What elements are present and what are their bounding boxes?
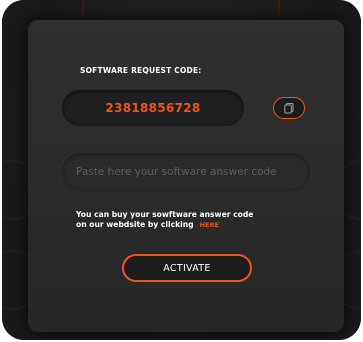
purchase-info-line1: You can buy your sowftware answer code (76, 210, 254, 219)
request-code-value: 23818856728 (105, 101, 201, 115)
purchase-info-line2: on our webdsite by clicking (76, 219, 194, 229)
purchase-info-line2-wrap: on our webdsite by clicking HERE (76, 220, 316, 231)
plugin-window: SOFTWARE REQUEST CODE: 23818856728 You c… (2, 0, 361, 340)
activation-dialog: SOFTWARE REQUEST CODE: 23818856728 You c… (28, 20, 344, 332)
background-divider (82, 0, 84, 16)
here-link[interactable]: HERE (200, 221, 219, 229)
copy-button[interactable] (273, 97, 305, 119)
activate-button[interactable]: ACTIVATE (122, 254, 252, 282)
purchase-info: You can buy your sowftware answer code o… (76, 210, 316, 230)
background-divider (278, 0, 280, 16)
copy-icon (284, 102, 294, 114)
answer-code-input[interactable] (62, 153, 310, 191)
request-code-label: SOFTWARE REQUEST CODE: (80, 66, 202, 75)
request-code-field: 23818856728 (62, 90, 244, 126)
